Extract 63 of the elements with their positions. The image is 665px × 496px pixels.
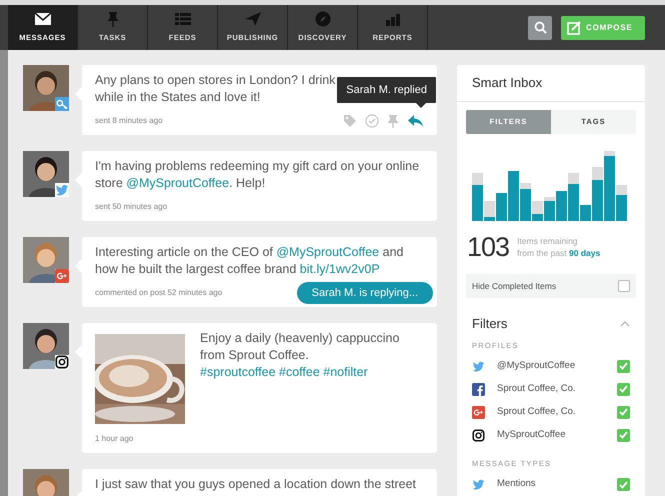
avatar [23,323,69,369]
tag-icon[interactable] [343,114,357,128]
message-time: commented on post 52 minutes ago [95,287,222,299]
past-label: from the past 90 days [517,246,600,259]
items-count: 103 [467,230,510,264]
hide-completed-label: Hide Completed Items [472,280,556,292]
filter-label: @MySproutCoffee [497,359,576,374]
paper-plane-icon [244,11,262,28]
compass-icon [314,11,332,28]
tooltip-arrow [416,103,426,108]
message-text: I'm having problems redeeming my gift card on your online store @MySproutCoffee. Help! [95,158,420,192]
filter-label: Mentions [497,477,537,492]
link[interactable]: @MySproutCoffee [276,245,380,259]
filter-label: MySproutCoffee [497,428,566,442]
checkbox[interactable] [617,478,630,491]
message-text: Any plans to open stores in London? I drink [95,72,336,89]
google-plus-icon [472,406,485,419]
message-text: I just saw that you guys opened a location down the street [95,476,416,493]
instagram-icon [55,355,69,369]
panel-title: Smart Inbox [457,65,645,102]
link[interactable]: #coffee [276,365,320,379]
message-text: while in the States and love it! [95,89,260,106]
avatar [23,151,69,197]
link[interactable]: bit.ly/1wv2v0P [300,262,380,276]
search-icon [534,21,546,34]
checkbox[interactable] [617,360,630,373]
link[interactable]: @MySproutCoffee [126,176,230,190]
link[interactable]: #sproutcoffee [200,365,276,379]
link[interactable]: #nofilter [320,365,368,379]
checkbox[interactable] [617,428,630,442]
filter-label: Sprout Coffee, Co. [497,405,577,420]
instagram-icon [472,428,485,442]
avatar [23,65,69,111]
bar-chart-icon [384,11,402,28]
checkbox[interactable] [617,406,630,419]
avatar [23,237,69,283]
message-time: sent 8 minutes ago [95,115,163,127]
envelope-icon [34,11,52,28]
tooltip: Sarah M. replied [337,76,436,103]
checkbox[interactable] [618,280,630,292]
reply-icon[interactable] [407,114,424,128]
message-time: sent 50 minutes ago [95,201,168,213]
list-icon [174,11,192,28]
bird-icon [472,478,485,491]
compose-icon [567,20,581,34]
remaining-label: Items remaining [517,234,579,247]
checkmark-circle-icon[interactable] [365,114,379,128]
message-text: Interesting article on the CEO of @MySproutCoffee and how he built the largest coffee brand bit.ly/1wv2v0P [95,244,404,278]
filters-title: Filters [472,315,508,333]
bird-icon [55,183,69,197]
filter-label: Sprout Coffee, Co. [497,382,577,396]
compose-button[interactable]: COMPOSE [561,16,645,40]
search-button[interactable] [528,16,552,40]
google-plus-icon [55,269,69,283]
pin-icon[interactable] [387,114,399,128]
message-time: 1 hour ago [95,433,134,445]
bird-icon [472,360,485,373]
checkbox[interactable] [617,382,630,396]
replying-status: Sarah M. is replying... [296,282,433,304]
message-text: Enjoy a daily (heavenly) cappuccino from Sprout Coffee. #sproutcoffee #coffee #nofilter [200,330,400,381]
key-icon [55,97,69,111]
facebook-icon [472,382,485,396]
chevron-icon[interactable] [620,320,630,327]
